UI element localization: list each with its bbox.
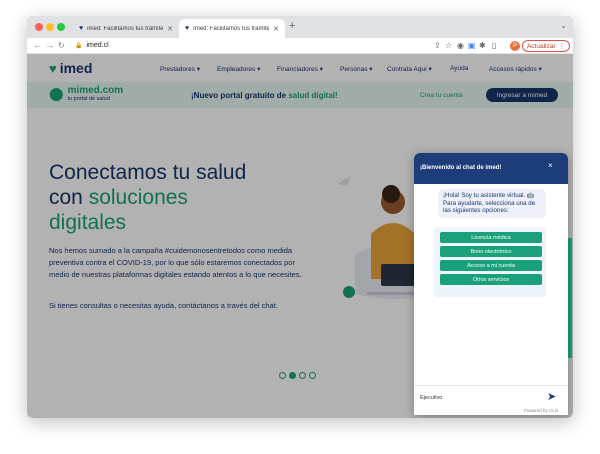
imed-favicon-icon: ♥ [185,25,190,32]
lock-icon: 🔒 [75,43,83,49]
reload-icon[interactable]: ↻ [58,41,65,50]
option-bono-electronico[interactable]: Bono electrónico [440,246,542,257]
extensions-puzzle-icon[interactable]: ✱ [479,41,486,50]
tab-search-icon[interactable]: ⌄ [560,21,567,30]
tab-1[interactable]: ♥ imed: Facilitamos tus trámites ✕ [73,19,179,38]
chat-header: ¡Bienvenido al chat de imed! × [414,153,568,184]
bookmark-star-icon[interactable]: ☆ [445,41,452,50]
forward-icon[interactable]: → [45,40,54,50]
chat-input-field[interactable]: Ejecutivo [420,395,442,401]
more-menu-icon: ⋮ [558,43,566,50]
option-licencia-medica[interactable]: Licencia médica [440,232,542,243]
bot-message: ¡Hola! Soy tu asistente virtual. 🤖 Para … [438,189,546,218]
update-button[interactable]: Actualizar ⋮ [522,40,570,52]
maximize-window-button[interactable] [57,23,65,31]
translate-icon[interactable]: ▣ [468,41,476,50]
browser-window: ♥ imed: Facilitamos tus trámites ✕ ♥ Ime… [27,16,573,418]
extension-eye-icon[interactable]: ◉ [457,41,464,50]
chat-input-area: Ejecutivo ➤ Powered by CLO [414,385,568,415]
side-panel-icon[interactable]: ▯ [492,41,496,50]
imed-favicon-icon: ♥ [79,25,84,32]
send-icon[interactable]: ➤ [547,390,556,403]
powered-by-label: Powered by CLO [524,408,559,413]
chat-options: Licencia médica Bono electrónico Acceso … [434,227,546,297]
browser-toolbar: ← → ↻ 🔒 imed.cl ⇪ ☆ ◉ ▣ ✱ ▯ P Actualizar… [27,38,573,54]
chat-close-icon[interactable]: × [548,161,553,170]
tab-strip: ♥ imed: Facilitamos tus trámites ✕ ♥ Ime… [27,16,573,38]
close-window-button[interactable] [35,23,43,31]
chat-widget: ¡Bienvenido al chat de imed! × ¡Hola! So… [414,153,568,415]
close-tab-icon[interactable]: ✕ [273,25,279,33]
close-tab-icon[interactable]: ✕ [167,25,173,33]
tab-2[interactable]: ♥ Imed: Facilitamos tus trámites ✕ [179,19,285,38]
share-icon[interactable]: ⇪ [434,41,441,50]
new-tab-button[interactable]: + [289,20,295,32]
address-bar[interactable]: 🔒 imed.cl [75,42,109,49]
back-icon[interactable]: ← [33,40,42,50]
option-otros-servicios[interactable]: Otros servicios [440,274,542,285]
profile-avatar[interactable]: P [510,41,520,51]
minimize-window-button[interactable] [46,23,54,31]
option-acceso-cuenta[interactable]: Acceso a mi cuenta [440,260,542,271]
